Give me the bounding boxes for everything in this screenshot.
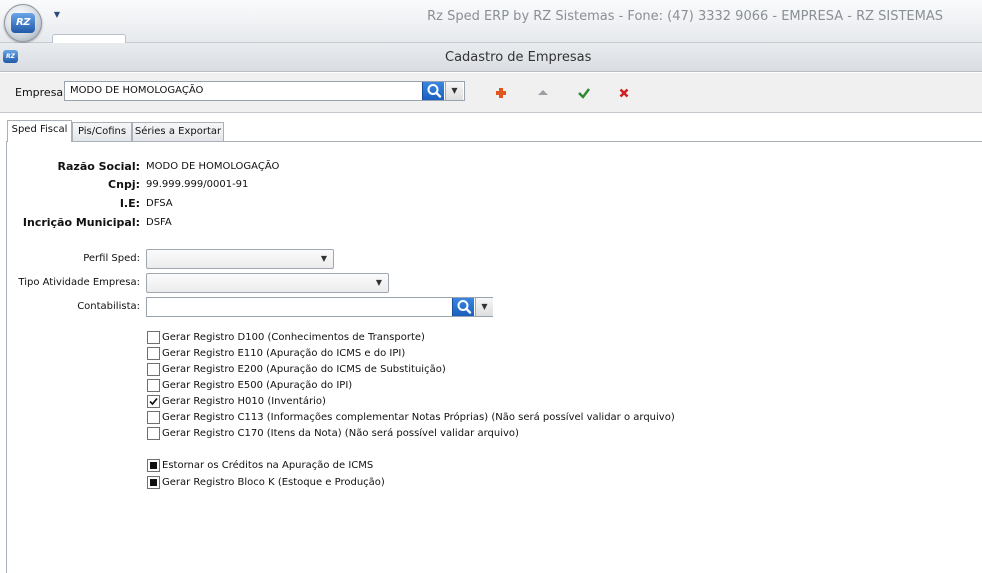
checkbox-box[interactable] (147, 331, 160, 344)
empresa-search-button[interactable] (422, 82, 444, 100)
contabilista-dropdown-button[interactable]: ▼ (475, 298, 493, 316)
checkmark-icon (149, 397, 158, 406)
checkbox-box[interactable] (147, 347, 160, 360)
checkbox-box[interactable] (147, 411, 160, 424)
contabilista-label: Contabilista: (77, 301, 140, 312)
form-title: Cadastro de Empresas (445, 50, 592, 65)
add-icon (496, 88, 506, 98)
move-up-button[interactable] (535, 85, 551, 101)
checkbox-label: Gerar Registro E500 (Apuração do IPI) (162, 380, 353, 391)
tab-sped-fiscal[interactable]: Sped Fiscal (7, 120, 72, 142)
tipo-atividade-label: Tipo Atividade Empresa: (18, 277, 140, 288)
checkbox-box[interactable] (147, 395, 160, 408)
search-icon (427, 84, 442, 98)
empresa-toolbar: Empresa MODO DE HOMOLOGAÇÃO ▼ (0, 73, 982, 113)
checkbox-label: Gerar Registro C170 (Itens da Nota) (Não… (162, 428, 519, 439)
empresa-label: Empresa (15, 86, 64, 99)
checkbox-box[interactable] (147, 427, 160, 440)
check-icon (578, 88, 590, 99)
confirm-button[interactable] (576, 85, 592, 101)
checkbox-label: Gerar Registro E110 (Apuração do ICMS e … (162, 348, 406, 359)
perfil-sped-label: Perfil Sped: (83, 253, 140, 264)
chevron-down-icon: ▼ (451, 86, 458, 95)
perfil-sped-select[interactable]: ▼ (146, 249, 334, 269)
checkbox-label: Gerar Registro H010 (Inventário) (162, 396, 326, 407)
empresa-dropdown-button[interactable]: ▼ (445, 82, 463, 100)
contabilista-combo[interactable]: ▼ (146, 297, 493, 317)
checkbox-box[interactable] (147, 459, 160, 472)
form-caption-bar: RZ Cadastro de Empresas (0, 43, 982, 72)
ribbon-tab[interactable] (52, 34, 126, 43)
cnpj-label: Cnpj: (108, 178, 140, 191)
close-icon (619, 88, 629, 98)
inscricao-municipal-label: Incrição Municipal: (22, 216, 140, 229)
quick-access-dropdown-icon[interactable]: ▼ (52, 10, 62, 20)
checkbox-box[interactable] (147, 363, 160, 376)
checkbox-label: Gerar Registro Bloco K (Estoque e Produç… (162, 477, 385, 488)
add-button[interactable] (493, 85, 509, 101)
search-icon (457, 300, 472, 314)
app-menu-button[interactable]: RZ (4, 4, 42, 42)
inscricao-municipal-value: DSFA (146, 217, 172, 228)
cnpj-value: 99.999.999/0001-91 (146, 179, 249, 190)
tab-pis-cofins[interactable]: Pis/Cofins (72, 122, 132, 141)
ie-label: I.E: (119, 197, 140, 210)
razao-social-label: Razão Social: (57, 160, 140, 173)
tab-series-exportar[interactable]: Séries a Exportar (132, 122, 224, 141)
tipo-atividade-select[interactable]: ▼ (146, 273, 389, 293)
chevron-down-icon: ▼ (320, 254, 328, 263)
checkbox-label: Estornar os Créditos na Apuração de ICMS (162, 460, 374, 471)
checkbox-label: Gerar Registro C113 (Informações complem… (162, 412, 675, 423)
contabilista-search-button[interactable] (452, 298, 474, 316)
razao-social-value: MODO DE HOMOLOGAÇÃO (146, 161, 280, 172)
empresa-value: MODO DE HOMOLOGAÇÃO (70, 85, 204, 96)
window-title: Rz Sped ERP by RZ Sistemas - Fone: (47) … (427, 9, 943, 24)
ie-value: DFSA (146, 198, 173, 209)
app-logo-icon: RZ (11, 13, 35, 33)
tab-control: Sped Fiscal Pis/Cofins Séries a Exportar… (6, 120, 982, 573)
chevron-down-icon: ▼ (375, 278, 383, 287)
chevron-down-icon: ▼ (481, 302, 488, 311)
delete-button[interactable] (616, 85, 632, 101)
checkbox-label: Gerar Registro D100 (Conhecimentos de Tr… (162, 332, 425, 343)
checkbox-box[interactable] (147, 476, 160, 489)
checkbox-label: Gerar Registro E200 (Apuração do ICMS de… (162, 364, 446, 375)
tab-page-sped-fiscal: Razão Social: MODO DE HOMOLOGAÇÃO Cnpj: … (6, 141, 982, 573)
up-icon (538, 90, 548, 95)
empresa-combo[interactable]: MODO DE HOMOLOGAÇÃO ▼ (64, 81, 465, 101)
title-bar: RZ ▼ Rz Sped ERP by RZ Sistemas - Fone: … (0, 0, 982, 43)
checkbox-box[interactable] (147, 379, 160, 392)
